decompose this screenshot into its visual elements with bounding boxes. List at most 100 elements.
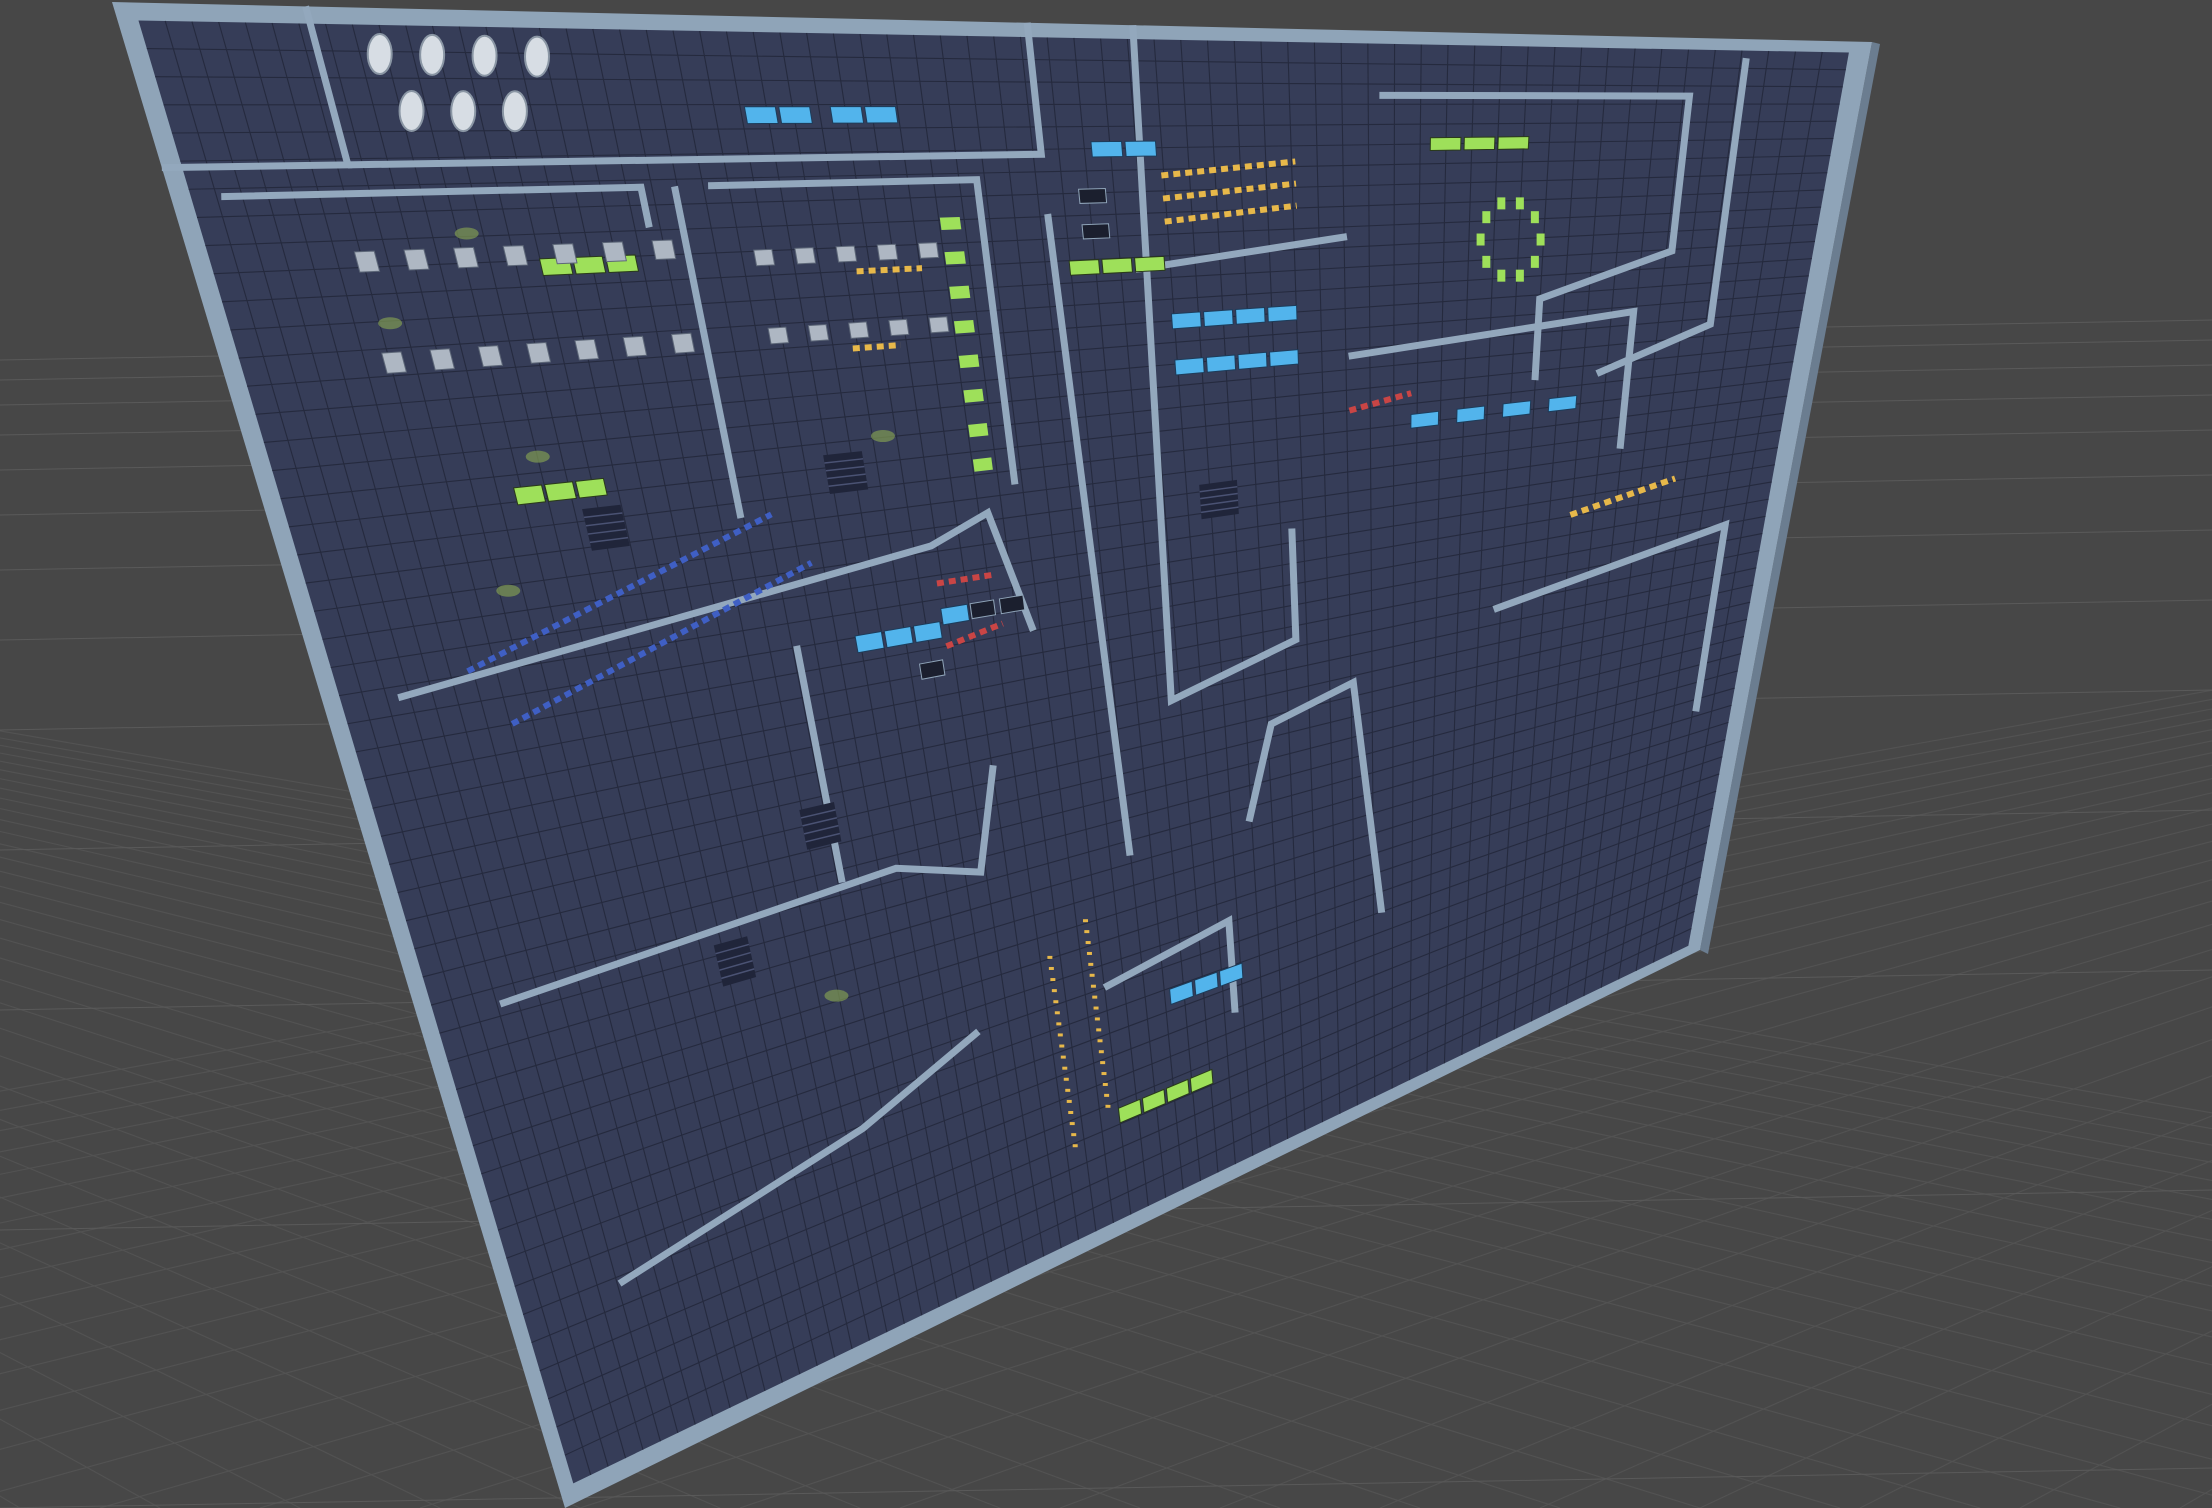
green-light-icon <box>1476 233 1485 246</box>
light-dot-icon <box>1060 1055 1066 1059</box>
blue-screen-icon <box>1269 349 1299 368</box>
crate-icon <box>794 247 817 265</box>
green-screen-icon <box>944 251 966 265</box>
green-light-icon <box>1515 197 1524 210</box>
light-dot-icon <box>1053 1000 1059 1004</box>
light-dot-icon <box>1054 1011 1060 1015</box>
green-screen-icon <box>953 320 975 334</box>
green-screen-icon <box>543 481 577 502</box>
light-dot-icon <box>1068 1110 1074 1114</box>
tilemap-wall-panel[interactable] <box>112 2 1880 1508</box>
light-dot-icon <box>1069 1122 1075 1126</box>
crate-icon <box>651 239 677 261</box>
light-dot-icon <box>1047 955 1053 959</box>
light-dot-icon <box>1066 1099 1072 1103</box>
green-screen-icon <box>958 354 980 369</box>
green-light-icon <box>1497 269 1506 282</box>
moss-patch-icon <box>870 430 895 443</box>
light-dot-icon <box>1098 1050 1104 1054</box>
moss-patch-icon <box>525 450 550 463</box>
light-dot-icon <box>1059 1044 1065 1048</box>
dark-screen-icon <box>1081 223 1111 240</box>
crate-icon <box>753 248 776 267</box>
crate-icon <box>767 326 790 345</box>
green-light-icon <box>1482 211 1491 224</box>
light-dot-icon <box>1071 1133 1077 1137</box>
blue-screen-icon <box>1174 357 1205 376</box>
light-dot-icon <box>1105 1104 1111 1108</box>
3d-scene-viewport[interactable] <box>0 0 2212 1508</box>
crate-icon <box>502 245 529 267</box>
crate-icon <box>552 243 578 265</box>
light-dot-icon <box>1104 1093 1110 1097</box>
blue-screen-icon <box>1205 354 1237 373</box>
blue-screen-icon <box>1170 311 1202 330</box>
blue-screen-icon <box>829 106 865 124</box>
light-dot-icon <box>1056 1022 1062 1026</box>
light-dot-icon <box>1072 1144 1078 1148</box>
light-dot-icon <box>1094 1017 1100 1021</box>
green-screen-icon <box>1101 257 1133 275</box>
crate-icon <box>452 246 479 269</box>
blue-screen-icon <box>1124 140 1158 157</box>
blue-screen-icon <box>778 106 813 124</box>
cylinder-icon <box>398 89 425 132</box>
cylinder-icon <box>471 34 498 77</box>
green-screen-icon <box>963 388 984 403</box>
light-dot-icon <box>1084 930 1090 934</box>
light-dot-icon <box>1050 978 1056 982</box>
green-screen-icon <box>1497 136 1530 150</box>
blue-screen-icon <box>1090 140 1124 158</box>
crate-icon <box>525 342 552 364</box>
panel-base <box>138 20 1849 1484</box>
light-dot-icon <box>1082 919 1088 923</box>
moss-patch-icon <box>496 584 521 597</box>
green-screen-icon <box>968 423 989 438</box>
crate-icon <box>835 245 858 263</box>
crate-icon <box>670 332 696 354</box>
light-dot-icon <box>1092 995 1098 999</box>
green-light-icon <box>1482 255 1491 268</box>
light-dot-icon <box>1089 973 1095 977</box>
crate-icon <box>601 241 627 263</box>
light-dot-icon <box>1090 984 1096 988</box>
crate-icon <box>928 316 950 334</box>
dark-screen-icon <box>1078 188 1108 204</box>
blue-screen-icon <box>1547 394 1578 413</box>
scene-canvas[interactable] <box>0 0 2212 1508</box>
crate-icon <box>917 242 940 259</box>
cylinder-icon <box>501 90 528 133</box>
green-light-icon <box>1530 255 1539 268</box>
crate-icon <box>888 318 910 337</box>
blue-screen-icon <box>1267 304 1298 323</box>
light-dot-icon <box>1102 1082 1108 1086</box>
crate-icon <box>876 243 899 261</box>
light-dot-icon <box>1048 966 1054 970</box>
blue-screen-icon <box>743 106 779 125</box>
crate-icon <box>848 321 870 339</box>
light-dot-icon <box>1088 962 1094 966</box>
green-screen-icon <box>1429 136 1462 151</box>
blue-screen-icon <box>1410 410 1440 429</box>
moss-patch-icon <box>378 317 403 330</box>
crate-icon <box>807 323 830 342</box>
green-light-icon <box>1497 197 1506 210</box>
blue-screen-icon <box>1235 307 1266 325</box>
moss-patch-icon <box>454 227 479 240</box>
green-light-icon <box>1515 269 1524 282</box>
light-dot-icon <box>1093 1006 1099 1010</box>
green-screen-icon <box>972 457 993 472</box>
light-dot-icon <box>1051 989 1057 993</box>
blue-screen-icon <box>1237 351 1268 370</box>
light-dot-icon <box>1101 1072 1107 1076</box>
green-screen-icon <box>949 285 971 300</box>
moss-patch-icon <box>824 989 849 1002</box>
cylinder-icon <box>450 90 477 133</box>
light-dot-icon <box>1097 1039 1103 1043</box>
light-dot-icon <box>1057 1033 1063 1037</box>
green-screen-icon <box>1463 136 1496 151</box>
light-dot-icon <box>1065 1088 1071 1092</box>
cylinder-icon <box>523 35 550 78</box>
blue-screen-icon <box>1456 405 1486 424</box>
cylinder-icon <box>419 33 446 76</box>
